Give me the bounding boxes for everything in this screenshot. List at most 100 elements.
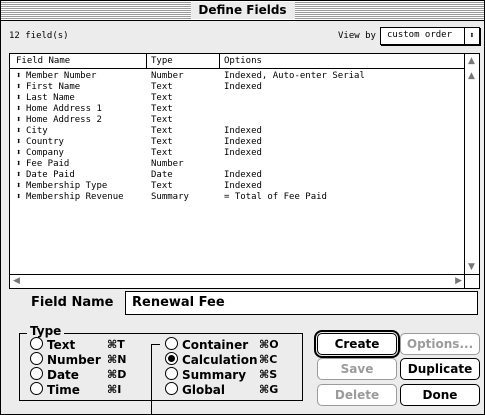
view-by-popup[interactable]: custom order ⬍ (380, 27, 480, 45)
field-name-cell: Last Name (26, 93, 75, 103)
column-header-type[interactable]: Type (151, 56, 173, 66)
delete-button[interactable]: Delete (317, 384, 397, 406)
radio-button[interactable] (30, 337, 43, 350)
table-row[interactable]: ⬍ Home Address 1 Text (10, 104, 465, 115)
callout-line (151, 344, 160, 345)
field-count: 12 field(s) (9, 31, 69, 41)
done-button[interactable]: Done (400, 384, 480, 406)
field-type-cell: Text (151, 104, 173, 114)
table-row[interactable]: ⬍ Fee Paid Number (10, 159, 465, 170)
view-by-value: custom order (387, 30, 453, 40)
scroll-up-icon[interactable]: ▲ (468, 71, 475, 81)
shortcut-summary: ⌘S (259, 368, 278, 381)
field-type-cell: Text (151, 93, 173, 103)
scroll-up-icon[interactable]: ▲ (468, 56, 475, 66)
field-type-cell: Number (151, 71, 184, 81)
column-divider (219, 54, 220, 68)
field-name-cell: Fee Paid (26, 159, 70, 169)
field-type-cell: Text (151, 82, 173, 92)
field-name-label: Field Name (31, 295, 114, 310)
field-name-cell: Home Address 1 (26, 104, 102, 114)
column-header-field-name[interactable]: Field Name (16, 56, 70, 66)
radio-button-selected[interactable] (165, 352, 178, 365)
row-marker-icon: ⬍ (16, 159, 22, 169)
radio-button[interactable] (30, 367, 43, 380)
table-row[interactable]: ⬍ Home Address 2 Text (10, 115, 465, 126)
radio-summary[interactable]: Summary (165, 367, 246, 382)
shortcut-container: ⌘O (259, 338, 279, 351)
radio-container[interactable]: Container (165, 337, 248, 352)
row-marker-icon: ⬍ (16, 126, 22, 136)
table-row[interactable]: ⬍ City Text Indexed (10, 126, 465, 137)
duplicate-button[interactable]: Duplicate (400, 358, 480, 380)
field-name-cell: Home Address 2 (26, 115, 102, 125)
radio-button[interactable] (165, 337, 178, 350)
shortcut-global: ⌘G (259, 383, 279, 396)
popup-arrow-icon: ⬍ (464, 28, 479, 44)
row-marker-icon: ⬍ (16, 181, 22, 191)
field-name-value: Renewal Fee (132, 295, 225, 310)
scroll-left-icon[interactable]: ◀ (13, 276, 20, 286)
field-options-cell: Indexed (224, 181, 262, 191)
field-name-cell: Membership Type (26, 181, 108, 191)
table-row[interactable]: ⬍ Membership Type Text Indexed (10, 181, 465, 192)
fields-table: Field Name Type Options ⬍ Member Number Nu… (9, 53, 480, 289)
row-marker-icon: ⬍ (16, 93, 22, 103)
field-name-cell: First Name (26, 82, 81, 92)
table-header: Field Name Type Options (10, 54, 465, 69)
radio-calculation[interactable]: Calculation (165, 352, 258, 367)
field-name-input[interactable]: Renewal Fee (125, 291, 478, 315)
title-bar[interactable]: Define Fields (1, 1, 484, 21)
scroll-right-icon[interactable]: ▶ (455, 276, 462, 286)
field-type-cell: Text (151, 137, 173, 147)
radio-button[interactable] (165, 367, 178, 380)
radio-number[interactable]: Number (30, 352, 101, 367)
radio-text[interactable]: Text (30, 337, 75, 352)
table-row[interactable]: ⬍ Date Paid Date Indexed (10, 170, 465, 181)
row-marker-icon: ⬍ (16, 71, 22, 81)
column-header-options[interactable]: Options (224, 56, 262, 66)
table-row[interactable]: ⬍ Membership Revenue Summary = Total of Fee… (10, 192, 465, 203)
field-name-cell: Company (26, 148, 64, 158)
radio-button[interactable] (165, 382, 178, 395)
radio-button[interactable] (30, 382, 43, 395)
field-options-cell: = Total of Fee Paid (224, 192, 327, 202)
field-name-cell: Country (26, 137, 64, 147)
field-name-cell: City (26, 126, 48, 136)
shortcut-date: ⌘D (107, 368, 127, 381)
radio-time[interactable]: Time (30, 382, 80, 397)
shortcut-number: ⌘N (107, 353, 127, 366)
define-fields-dialog: Define Fields 12 field(s) View by custom… (0, 0, 485, 415)
field-type-cell: Number (151, 159, 184, 169)
save-button[interactable]: Save (317, 358, 397, 380)
shortcut-text: ⌘T (107, 338, 125, 351)
table-row[interactable]: ⬍ Member Number Number Indexed, Auto-enter … (10, 71, 465, 82)
table-row[interactable]: ⬍ Last Name Text (10, 93, 465, 104)
field-type-cell: Date (151, 170, 173, 180)
field-type-cell: Summary (151, 192, 189, 202)
field-name-cell: Member Number (26, 71, 97, 81)
table-row[interactable]: ⬍ Country Text Indexed (10, 137, 465, 148)
row-marker-icon: ⬍ (16, 115, 22, 125)
radio-button[interactable] (30, 352, 43, 365)
create-button[interactable]: Create (314, 330, 400, 358)
options-button[interactable]: Options... (400, 333, 480, 355)
table-row[interactable]: ⬍ Company Text Indexed (10, 148, 465, 159)
field-type-cell: Text (151, 115, 173, 125)
callout-line (151, 344, 152, 414)
table-row[interactable]: ⬍ First Name Text Indexed (10, 82, 465, 93)
vertical-scrollbar[interactable]: ▲ ▲ ▼ (464, 54, 479, 274)
radio-global[interactable]: Global (165, 382, 225, 397)
field-name-cell: Date Paid (26, 170, 75, 180)
field-type-cell: Text (151, 148, 173, 158)
shortcut-time: ⌘I (107, 383, 122, 396)
shortcut-calculation: ⌘C (259, 353, 278, 366)
field-options-cell: Indexed (224, 126, 262, 136)
horizontal-scrollbar[interactable]: ◀ ▶ (10, 274, 465, 288)
radio-date[interactable]: Date (30, 367, 79, 382)
field-options-cell: Indexed (224, 82, 262, 92)
scroll-down-icon[interactable]: ▼ (468, 262, 475, 272)
row-marker-icon: ⬍ (16, 148, 22, 158)
column-divider (146, 54, 147, 68)
field-type-cell: Text (151, 181, 173, 191)
